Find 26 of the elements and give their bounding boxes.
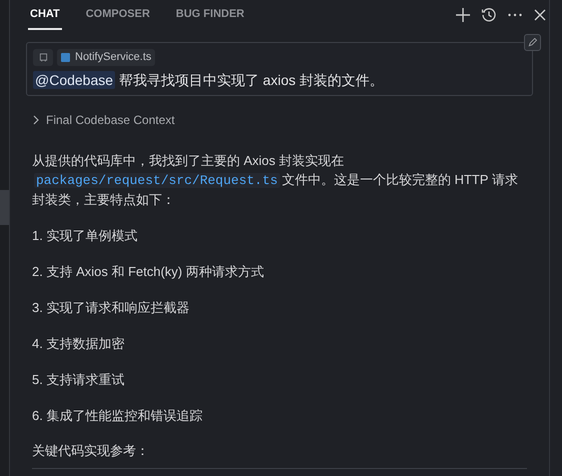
mention-tag: @Codebase [33, 71, 116, 89]
edit-button[interactable] [524, 34, 541, 51]
history-icon[interactable] [481, 7, 497, 23]
typescript-file-icon [61, 53, 70, 62]
tab[interactable]: CHAT [28, 0, 62, 30]
list-item: 6. 集成了性能监控和错误追踪 [32, 407, 204, 425]
context-icon[interactable] [33, 49, 53, 66]
file-chip[interactable]: NotifyService.ts [57, 49, 156, 66]
response-paragraph: 从提供的代码库中，我找到了主要的 Axios 封装实现在 packages/request/src/Request.ts 文件中。这是一个比较完整的 HTTP 请求封装类，主要特点如下： [32, 152, 519, 209]
list-item: 2. 支持 Axios 和 Fetch(ky) 两种请求方式 [32, 263, 265, 281]
list-item: 3. 实现了请求和响应拦截器 [32, 299, 190, 317]
tab[interactable]: COMPOSER [84, 0, 152, 30]
list-item: 4. 支持数据加密 [32, 335, 126, 353]
list-item: 1. 实现了单例模式 [32, 227, 138, 245]
list-item: 5. 支持请求重试 [32, 371, 126, 389]
pencil-icon [528, 38, 537, 47]
close-icon[interactable] [533, 8, 547, 22]
paragraph-text: 关键代码实现参考： [32, 442, 150, 460]
context-toggle[interactable]: Final Codebase Context [46, 111, 175, 129]
message-text: 帮我寻找项目中实现了 axios 封装的文件。 [119, 71, 384, 89]
file-chip-label: NotifyService.ts [75, 50, 152, 66]
new-chat-icon[interactable] [455, 7, 471, 23]
chevron-icon[interactable] [32, 115, 40, 125]
inline-code: packages/request/src/Request.ts [34, 173, 280, 188]
scrollbar-thumb[interactable] [0, 190, 9, 225]
tab[interactable]: BUG FINDER [174, 0, 246, 30]
